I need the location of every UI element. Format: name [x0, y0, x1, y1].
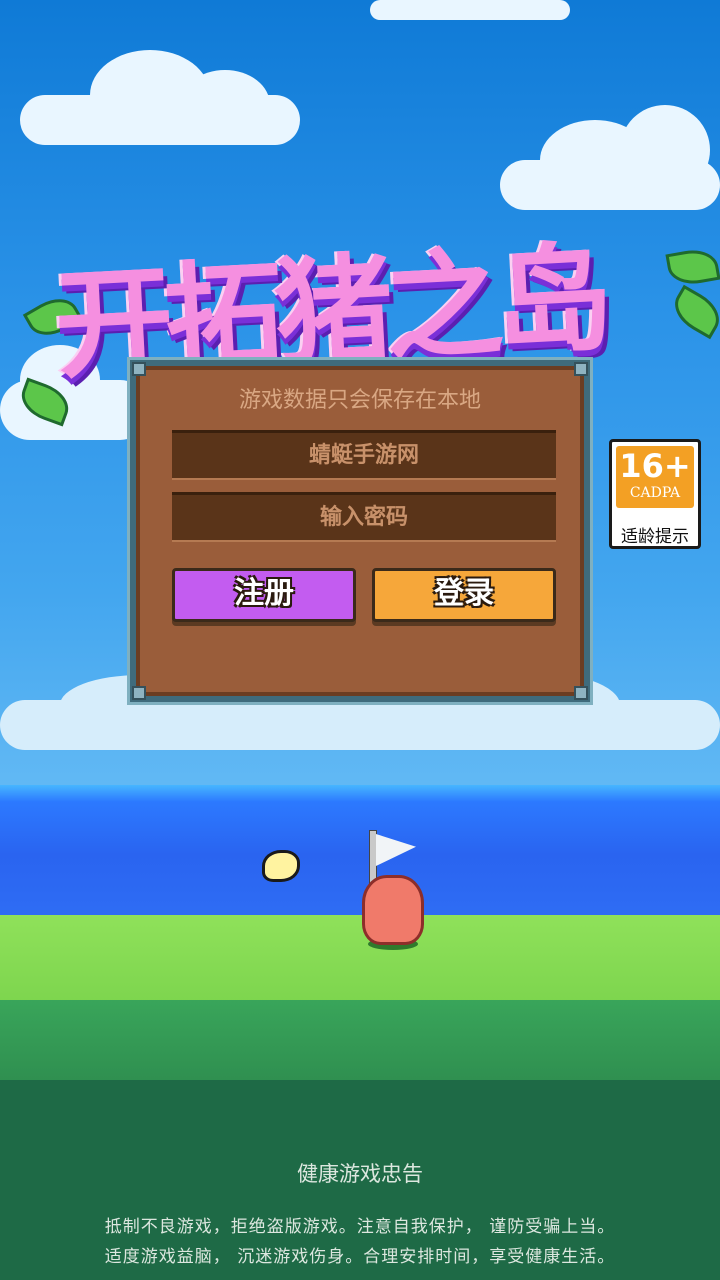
bird-sprite: [262, 850, 300, 882]
rivet: [574, 362, 588, 376]
cloud: [370, 0, 570, 20]
horizon-clouds: [0, 670, 720, 750]
age-rating-tip: 适龄提示: [621, 527, 689, 547]
rivet: [132, 686, 146, 700]
health-notice-line: 适度游戏益脑， 沉迷游戏伤身。合理安排时间，享受健康生活。: [104, 1247, 616, 1267]
cloud: [20, 50, 300, 145]
grass-field-dark: [0, 1000, 720, 1090]
login-button[interactable]: 登录: [372, 568, 556, 622]
age-rating-org: CADPA: [629, 485, 681, 501]
username-field[interactable]: 蜻蜓手游网: [172, 430, 556, 480]
age-rating-number: 16+: [619, 447, 691, 485]
login-panel: 游戏数据只会保存在本地 蜻蜓手游网 输入密码 注册 登录: [127, 357, 593, 705]
local-save-note: 游戏数据只会保存在本地: [238, 388, 481, 413]
health-notice-title: 健康游戏忠告: [297, 1162, 423, 1186]
rivet: [132, 362, 146, 376]
register-button[interactable]: 注册: [172, 568, 356, 622]
password-field[interactable]: 输入密码: [172, 492, 556, 542]
cloud: [500, 105, 720, 210]
age-rating-top: 16+ CADPA: [616, 446, 694, 508]
pig-character: [362, 875, 424, 945]
health-notice-line: 抵制不良游戏，拒绝盗版游戏。注意自我保护， 谨防受骗上当。: [104, 1217, 616, 1237]
age-rating-badge: 16+ CADPA 适龄提示: [609, 439, 701, 549]
sea-background: [0, 785, 720, 925]
rivet: [574, 686, 588, 700]
